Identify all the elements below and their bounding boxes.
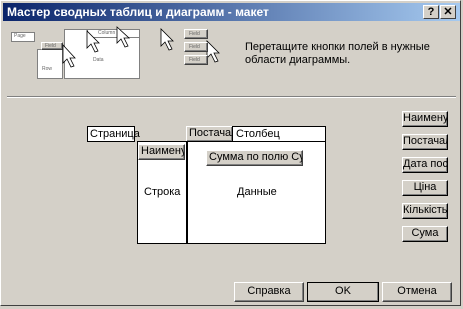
field-button-suma[interactable]: Сума [402,226,448,242]
ok-button-label: OK [335,285,351,297]
cursor-arrow-icon [62,43,76,68]
instruction-text: Перетащите кнопки полей в нужные области… [245,41,430,66]
data-field-button[interactable]: Сумма по полю Сум [206,150,303,166]
illus-field-button-2: Field [184,42,208,52]
column-field-button[interactable]: Постачал [186,126,233,142]
cancel-button[interactable]: Отмена [382,282,452,302]
data-area-label: Данные [237,186,277,198]
illus-field-label: Field [189,31,200,37]
row-area-label: Строка [144,186,181,198]
cursor-arrow-icon [86,30,100,53]
illus-field-label: Field [189,44,200,50]
field-button-postachal[interactable]: Постачал [402,134,448,150]
ok-button[interactable]: OK [307,282,379,302]
row-field-button[interactable]: Наименув [138,144,185,160]
pivot-wizard-dialog: Мастер сводных таблиц и диаграмм - макет… [0,0,461,306]
illus-field-label: Field [189,57,200,63]
page-area[interactable]: Страница [87,126,140,142]
field-button-tsina[interactable]: Ціна [402,180,448,196]
cursor-arrow-icon [206,40,220,63]
field-button-naimenuv[interactable]: Наименув [402,111,448,127]
illus-field-button-3: Field [184,55,208,65]
field-button-data-pos[interactable]: Дата пос [402,157,448,173]
cursor-arrow-icon [116,26,131,48]
column-area[interactable]: Столбец [232,126,326,142]
help-button-label: Справка [247,285,291,297]
help-button[interactable]: Справка [234,282,304,302]
field-button-kilkist[interactable]: Кількість [402,203,448,219]
cursor-arrow-icon [160,28,174,51]
illus-field-button-1: Field [184,29,208,39]
separator [7,96,456,98]
cancel-button-label: Отмена [397,285,437,297]
